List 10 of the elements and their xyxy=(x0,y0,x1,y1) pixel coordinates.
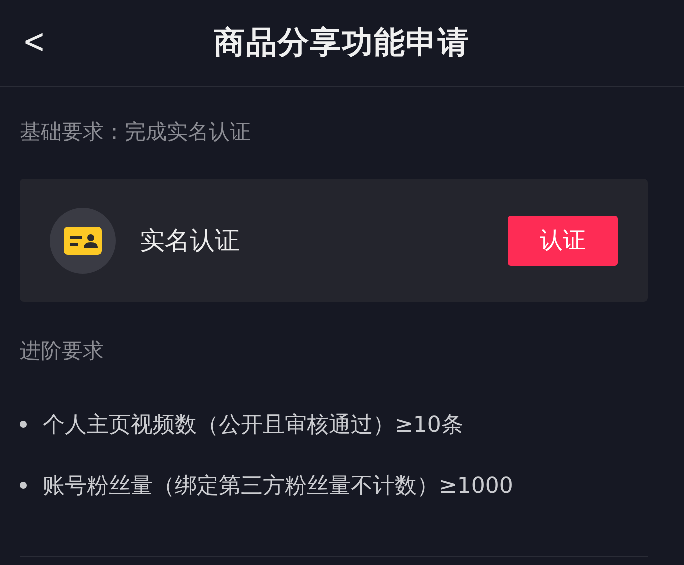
requirement-text: 账号粉丝量（绑定第三方粉丝量不计数）≥1000 xyxy=(43,472,514,500)
bullet-icon xyxy=(20,421,27,428)
bullet-icon xyxy=(20,482,27,489)
section-label: 进阶要求 xyxy=(20,338,105,365)
requirement-title: 实名认证 xyxy=(140,225,241,257)
verify-button[interactable]: 认证 xyxy=(508,216,618,266)
section-label: 基础要求：完成实名认证 xyxy=(20,119,252,146)
page-title: 商品分享功能申请 xyxy=(214,24,470,63)
requirement-text: 个人主页视频数（公开且审核通过）≥10条 xyxy=(43,412,464,440)
back-button[interactable]: < xyxy=(18,22,50,62)
